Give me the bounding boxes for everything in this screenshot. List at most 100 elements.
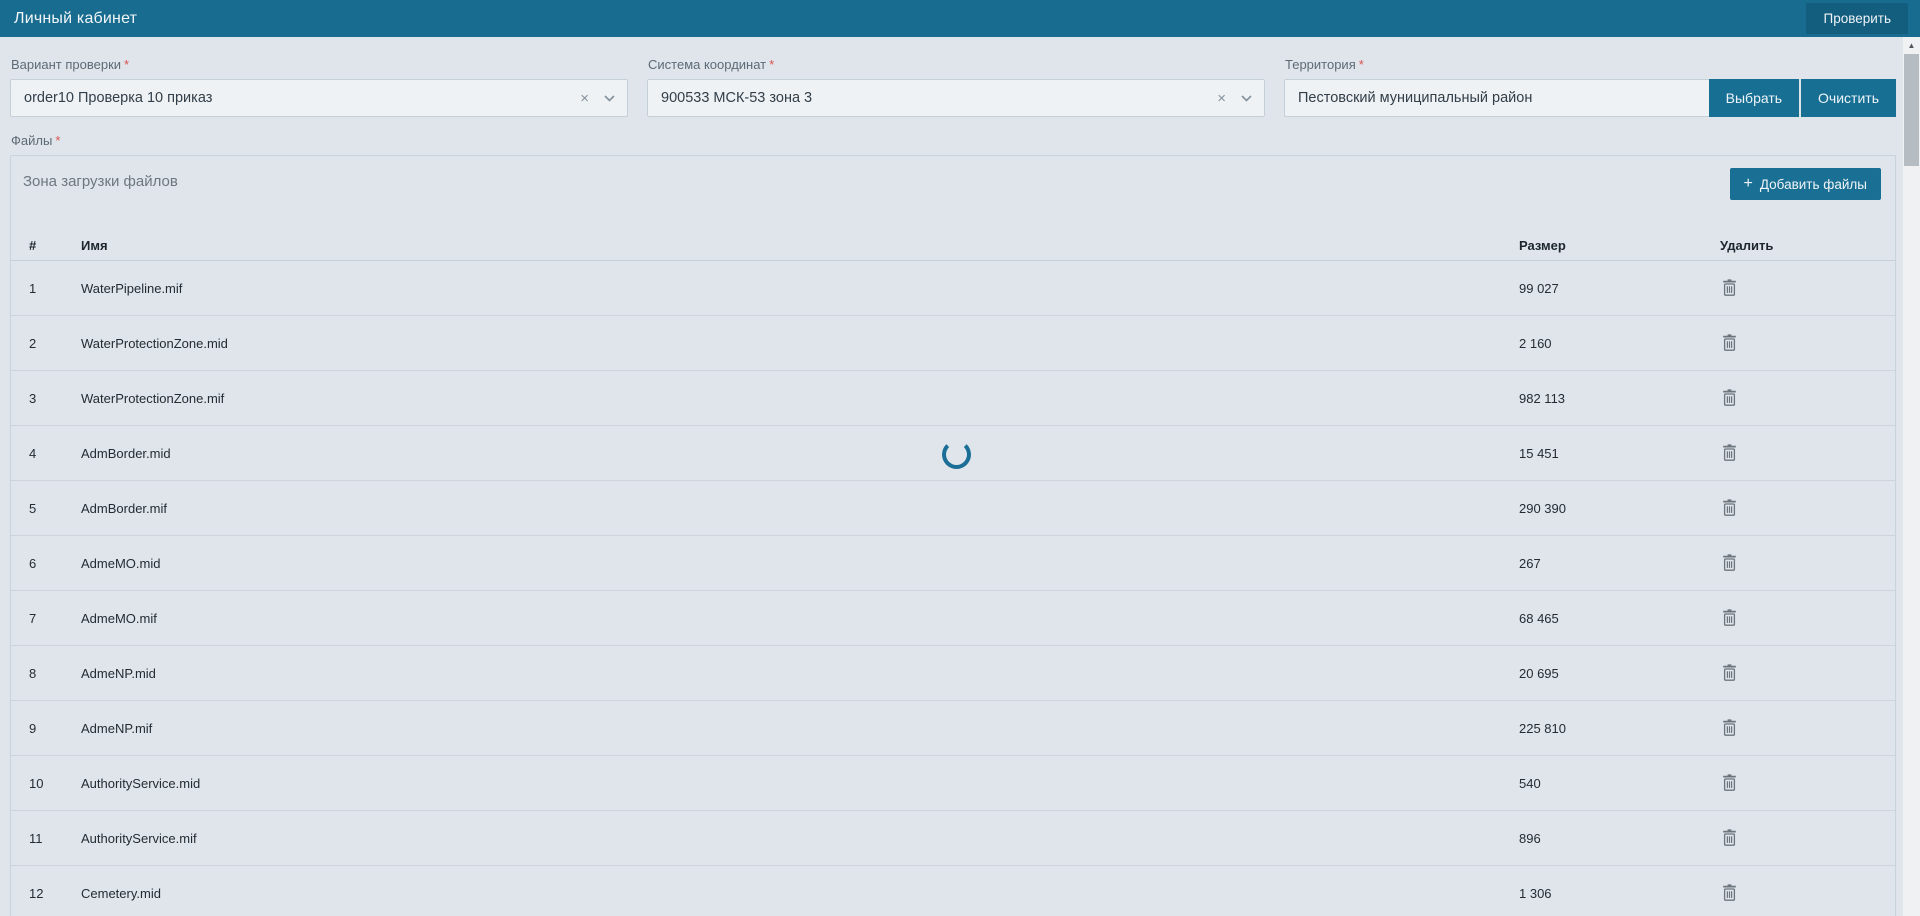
territory-select-button[interactable]: Выбрать xyxy=(1708,79,1800,117)
file-size-cell: 1 306 xyxy=(1519,885,1552,901)
form-row: Вариант проверки * order10 Проверка 10 пр… xyxy=(10,54,1896,117)
column-header-size: Размер xyxy=(1519,238,1566,253)
upload-zone-header: Зона загрузки файлов + Добавить файлы xyxy=(11,162,1895,200)
table-row: 12 Cemetery.mid 1 306 xyxy=(11,866,1895,916)
delete-file-button[interactable] xyxy=(1720,442,1739,463)
delete-file-button[interactable] xyxy=(1720,387,1739,408)
clear-icon[interactable]: × xyxy=(1217,91,1226,106)
delete-file-button[interactable] xyxy=(1720,662,1739,683)
files-label: Файлы * xyxy=(11,133,1896,148)
trash-icon xyxy=(1722,554,1737,571)
table-row: 1 WaterPipeline.mif 99 027 xyxy=(11,261,1895,316)
trash-icon xyxy=(1722,334,1737,351)
file-table-header-row: # Имя Размер Удалить xyxy=(11,231,1895,261)
territory-field-group: Территория * Пестовский муниципальный рай… xyxy=(1284,54,1896,117)
check-button[interactable]: Проверить xyxy=(1806,3,1908,34)
page-title: Личный кабинет xyxy=(14,9,138,27)
trash-icon xyxy=(1722,774,1737,791)
delete-file-button[interactable] xyxy=(1720,772,1739,793)
territory-clear-button[interactable]: Очистить xyxy=(1801,79,1896,117)
select-icons: × xyxy=(1217,91,1252,106)
file-delete-cell xyxy=(1706,442,1895,464)
trash-icon xyxy=(1722,389,1737,406)
required-asterisk: * xyxy=(769,57,775,72)
file-name-cell: WaterProtectionZone.mid xyxy=(81,335,228,351)
table-row: 10 AuthorityService.mid 540 xyxy=(11,756,1895,811)
file-name-cell: AuthorityService.mif xyxy=(81,830,197,846)
vertical-scrollbar[interactable]: ▲ xyxy=(1903,37,1920,916)
check-variant-select[interactable]: order10 Проверка 10 приказ × xyxy=(10,79,628,117)
check-variant-value: order10 Проверка 10 приказ xyxy=(24,90,213,106)
table-row: 7 AdmeMO.mif 68 465 xyxy=(11,591,1895,646)
file-table-body: 1 WaterPipeline.mif 99 027 2 WaterProtec… xyxy=(11,261,1895,916)
table-row: 2 WaterProtectionZone.mid 2 160 xyxy=(11,316,1895,371)
delete-file-button[interactable] xyxy=(1720,332,1739,353)
trash-icon xyxy=(1722,829,1737,846)
file-size-cell: 267 xyxy=(1519,555,1541,571)
file-delete-cell xyxy=(1706,662,1895,684)
coordinate-system-label: Система координат * xyxy=(648,57,1265,72)
file-size-cell: 982 113 xyxy=(1519,390,1566,406)
file-name-cell: AdmeMO.mif xyxy=(81,610,157,626)
files-label-text: Файлы xyxy=(11,133,53,148)
delete-file-button[interactable] xyxy=(1720,827,1739,848)
add-files-button-label: Добавить файлы xyxy=(1759,176,1867,192)
file-index-cell: 6 xyxy=(29,555,37,571)
upload-zone-title: Зона загрузки файлов xyxy=(23,173,178,190)
file-delete-cell xyxy=(1706,277,1895,299)
required-asterisk: * xyxy=(124,57,130,72)
clear-icon[interactable]: × xyxy=(580,91,589,106)
table-row: 9 AdmeNP.mif 225 810 xyxy=(11,701,1895,756)
trash-icon xyxy=(1722,499,1737,516)
file-index-cell: 2 xyxy=(29,335,37,351)
delete-file-button[interactable] xyxy=(1720,497,1739,518)
file-index-cell: 12 xyxy=(29,885,44,901)
trash-icon xyxy=(1722,719,1737,736)
column-header-delete: Удалить xyxy=(1720,238,1774,253)
delete-file-button[interactable] xyxy=(1720,717,1739,738)
file-delete-cell xyxy=(1706,827,1895,849)
file-size-cell: 540 xyxy=(1519,775,1541,791)
file-delete-cell xyxy=(1706,607,1895,629)
file-name-cell: AuthorityService.mid xyxy=(81,775,201,791)
chevron-down-icon[interactable] xyxy=(604,94,615,102)
file-index-cell: 4 xyxy=(29,445,37,461)
upload-zone-panel: Зона загрузки файлов + Добавить файлы # … xyxy=(10,155,1896,916)
file-name-cell: AdmeNP.mid xyxy=(81,665,156,681)
delete-file-button[interactable] xyxy=(1720,882,1739,903)
plus-icon: + xyxy=(1743,175,1753,192)
select-icons: × xyxy=(580,91,615,106)
territory-label: Территория * xyxy=(1285,57,1896,72)
territory-input[interactable]: Пестовский муниципальный район xyxy=(1284,79,1709,117)
delete-file-button[interactable] xyxy=(1720,607,1739,628)
file-size-cell: 15 451 xyxy=(1519,445,1559,461)
coordinate-system-value: 900533 МСК-53 зона 3 xyxy=(661,90,813,106)
delete-file-button[interactable] xyxy=(1720,277,1739,298)
trash-icon xyxy=(1722,279,1737,296)
add-files-button[interactable]: + Добавить файлы xyxy=(1729,168,1881,200)
file-name-cell: AdmBorder.mid xyxy=(81,445,171,461)
column-header-name: Имя xyxy=(81,238,108,253)
table-row: 8 AdmeNP.mid 20 695 xyxy=(11,646,1895,701)
file-name-cell: AdmeNP.mif xyxy=(81,720,153,736)
coordinate-system-select[interactable]: 900533 МСК-53 зона 3 × xyxy=(647,79,1265,117)
file-delete-cell xyxy=(1706,332,1895,354)
coordinate-system-field-group: Система координат * 900533 МСК-53 зона 3 … xyxy=(647,54,1265,117)
file-size-cell: 290 390 xyxy=(1519,500,1566,516)
table-row: 3 WaterProtectionZone.mif 982 113 xyxy=(11,371,1895,426)
file-index-cell: 5 xyxy=(29,500,37,516)
delete-file-button[interactable] xyxy=(1720,552,1739,573)
file-size-cell: 896 xyxy=(1519,830,1541,846)
file-size-cell: 20 695 xyxy=(1519,665,1559,681)
check-variant-label: Вариант проверки * xyxy=(11,57,628,72)
main-content: Вариант проверки * order10 Проверка 10 пр… xyxy=(0,37,1903,916)
scroll-up-arrow-icon[interactable]: ▲ xyxy=(1903,37,1920,54)
chevron-down-icon[interactable] xyxy=(1241,94,1252,102)
file-index-cell: 10 xyxy=(29,775,44,791)
file-size-cell: 2 160 xyxy=(1519,335,1552,351)
file-index-cell: 7 xyxy=(29,610,37,626)
loading-spinner xyxy=(942,440,971,469)
territory-input-group: Пестовский муниципальный район Выбрать О… xyxy=(1284,79,1896,117)
file-delete-cell xyxy=(1706,497,1895,519)
scrollbar-thumb[interactable] xyxy=(1904,54,1919,166)
